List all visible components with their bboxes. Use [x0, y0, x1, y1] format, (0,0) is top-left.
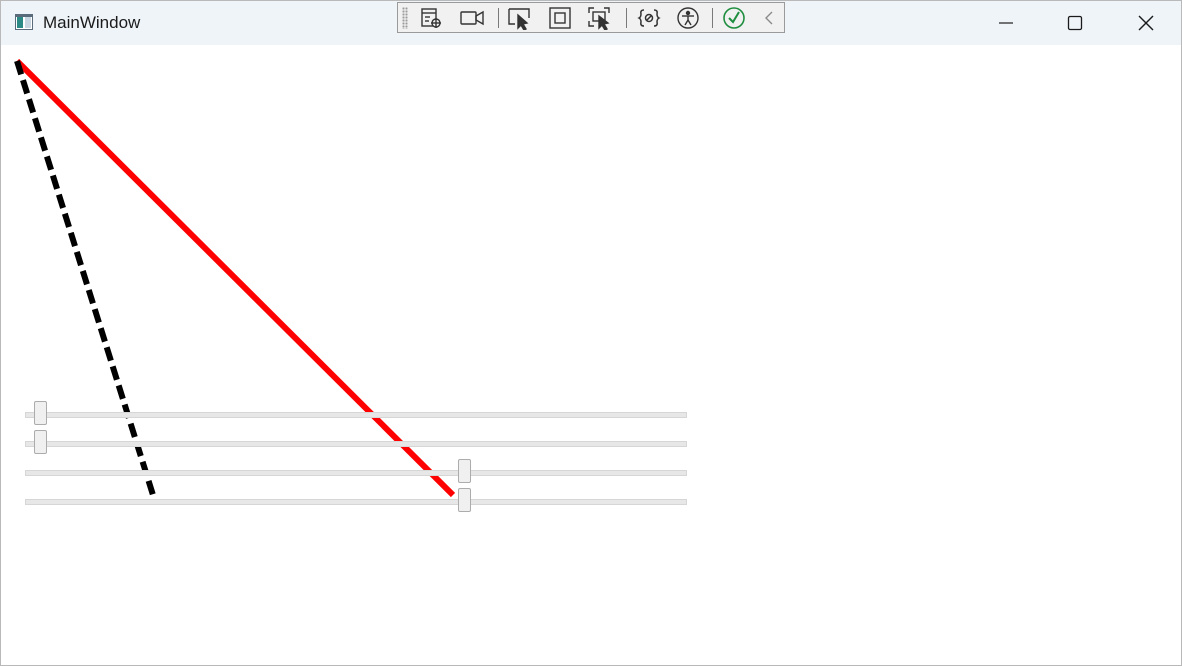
- minimize-button[interactable]: [971, 1, 1041, 45]
- slider-thumb[interactable]: [34, 401, 47, 425]
- lines-layer: [14, 58, 456, 498]
- title-bar[interactable]: MainWindow: [1, 1, 1181, 45]
- display-layout-adorners-icon[interactable]: [547, 6, 573, 30]
- main-window: MainWindow: [0, 0, 1182, 666]
- close-button[interactable]: [1111, 1, 1181, 45]
- select-element-recording-icon[interactable]: [459, 6, 485, 30]
- maximize-button[interactable]: [1040, 1, 1110, 45]
- slider-4[interactable]: [25, 488, 687, 518]
- slider-track[interactable]: [25, 412, 687, 418]
- toolbar-gripper[interactable]: [402, 7, 408, 29]
- toolbar-separator: [498, 8, 499, 28]
- accessibility-checker-icon[interactable]: [675, 6, 701, 30]
- toolbar-separator: [712, 8, 713, 28]
- slider-1[interactable]: [25, 401, 687, 431]
- collapse-toolbar-icon[interactable]: [759, 6, 779, 30]
- select-element-icon[interactable]: [507, 6, 533, 30]
- binding-failures-icon[interactable]: [636, 6, 662, 30]
- slider-thumb[interactable]: [458, 459, 472, 483]
- window-title: MainWindow: [43, 13, 141, 32]
- slider-2[interactable]: [25, 430, 687, 460]
- slider-3[interactable]: [25, 459, 687, 489]
- minimize-icon: [999, 22, 1013, 24]
- slider-thumb[interactable]: [34, 430, 47, 454]
- wpf-debug-toolbar: [397, 2, 785, 33]
- slider-track[interactable]: [25, 441, 687, 447]
- track-focused-element-icon[interactable]: [587, 6, 613, 30]
- app-icon: [15, 14, 33, 30]
- slider-track[interactable]: [25, 499, 687, 505]
- close-icon: [1138, 15, 1154, 31]
- slider-track[interactable]: [25, 470, 687, 476]
- go-to-live-visual-tree-icon[interactable]: [419, 6, 445, 30]
- drawing-canvas: [1, 45, 1181, 665]
- toolbar-separator: [626, 8, 627, 28]
- hot-reload-status-icon[interactable]: [721, 6, 747, 30]
- maximize-icon: [1067, 15, 1083, 31]
- slider-thumb[interactable]: [458, 488, 472, 512]
